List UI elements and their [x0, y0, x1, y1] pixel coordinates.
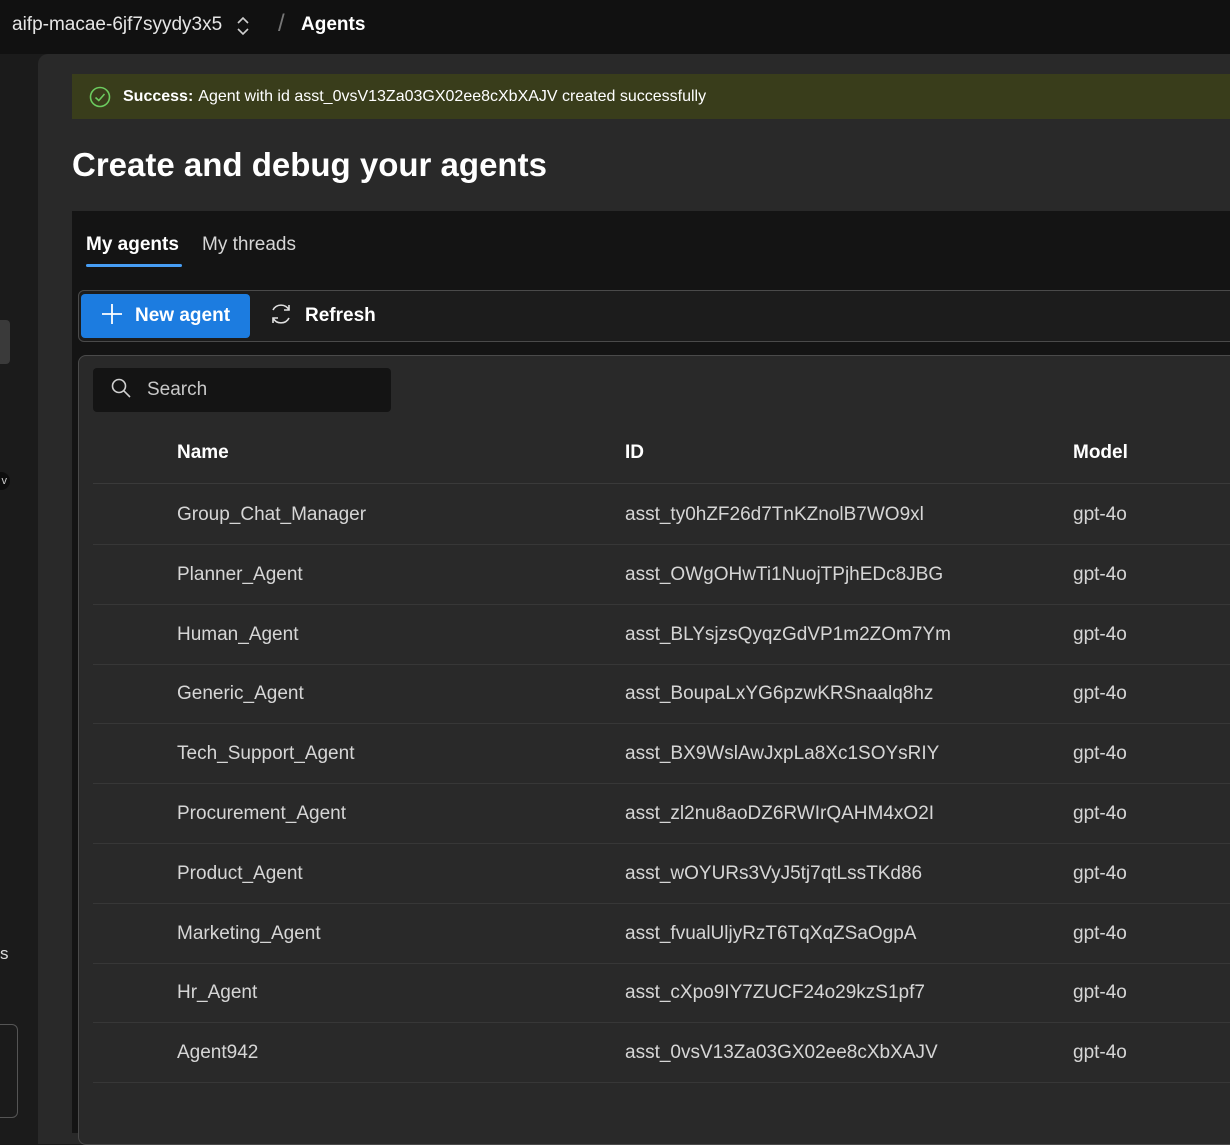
toolbar [78, 290, 1230, 342]
agent-name[interactable]: Group_Chat_Manager [177, 504, 366, 526]
agent-id: asst_wOYURs3VyJ5tj7qtLssTKd86 [625, 863, 923, 884]
table-row[interactable]: Generic_Agent asst_BoupaLxYG6pzwKRSnaalq… [93, 664, 1230, 724]
agent-model: gpt-4o [1073, 982, 1127, 1003]
table-row[interactable]: Group_Chat_Manager asst_ty0hZF26d7TnKZno… [93, 485, 1230, 545]
left-nav-rail [0, 54, 38, 1133]
agent-name[interactable]: Tech_Support_Agent [177, 743, 354, 765]
agent-id: asst_BoupaLxYG6pzwKRSnaalq8hz [625, 683, 934, 704]
table-row[interactable]: Marketing_Agent asst_fvualUljyRzT6TqXqZS… [93, 904, 1230, 964]
success-banner: Success: Agent with id asst_0vsV13Za03GX… [72, 74, 1230, 119]
agent-model: gpt-4o [1073, 743, 1127, 764]
check-circle-icon [89, 86, 111, 108]
page-title: Create and debug your agents [72, 146, 547, 183]
agent-id: asst_OWgOHwTi1NuojTPjhEDc8JBG [625, 564, 944, 585]
agent-id: asst_ty0hZF26d7TnKZnolB7WO9xl [625, 504, 924, 525]
agent-id: asst_BLYsjzsQyqzGdVP1m2ZOm7Ym [625, 624, 951, 645]
column-header-model[interactable]: Model [1073, 442, 1128, 464]
agent-model: gpt-4o [1073, 564, 1127, 585]
column-header-id[interactable]: ID [625, 442, 644, 464]
new-agent-button[interactable]: New agent [81, 294, 250, 338]
new-agent-label: New agent [135, 305, 231, 326]
banner-message: Agent with id asst_0vsV13Za03GX02ee8cXbX… [198, 87, 707, 105]
agent-model: gpt-4o [1073, 504, 1127, 525]
agent-name[interactable]: Human_Agent [177, 624, 298, 646]
breadcrumb-separator: / [278, 10, 285, 37]
breadcrumb-current: Agents [301, 14, 366, 35]
search-input[interactable] [145, 378, 365, 402]
project-selector[interactable]: aifp-macae-6jf7syydy3x5 [12, 14, 222, 36]
refresh-icon [268, 301, 294, 332]
banner-status-label: Success: [123, 87, 194, 105]
table-row[interactable]: Product_Agent asst_wOYURs3VyJ5tj7qtLssTK… [93, 844, 1230, 904]
nav-item-label[interactable]: s [0, 944, 9, 964]
table-row[interactable]: Human_Agent asst_BLYsjzsQyqzGdVP1m2ZOm7Y… [93, 605, 1230, 665]
search-icon [93, 378, 131, 403]
agent-name[interactable]: Product_Agent [177, 863, 303, 885]
nav-selected-indicator[interactable] [0, 320, 10, 364]
agent-id: asst_fvualUljyRzT6TqXqZSaOgpA [625, 923, 917, 944]
agent-name[interactable]: Planner_Agent [177, 564, 303, 586]
agent-model: gpt-4o [1073, 803, 1127, 824]
agent-model: gpt-4o [1073, 863, 1127, 884]
agent-id: asst_cXpo9IY7ZUCF24o29kzS1pf7 [625, 982, 925, 1003]
agent-name[interactable]: Agent942 [177, 1042, 258, 1064]
search-box[interactable] [93, 368, 391, 412]
column-header-name[interactable]: Name [177, 442, 229, 464]
agent-model: gpt-4o [1073, 683, 1127, 704]
top-bar: aifp-macae-6jf7syydy3x5 / Agents [0, 0, 1230, 54]
table-row[interactable]: Tech_Support_Agent asst_BX9WslAwJxpLa8Xc… [93, 724, 1230, 784]
refresh-button[interactable]: Refresh [268, 294, 376, 338]
plus-icon [81, 303, 123, 330]
agent-name[interactable]: Procurement_Agent [177, 803, 346, 825]
agent-name[interactable]: Marketing_Agent [177, 923, 321, 945]
refresh-label: Refresh [305, 305, 376, 326]
table-row[interactable]: Procurement_Agent asst_zl2nu8aoDZ6RWIrQA… [93, 784, 1230, 844]
agent-name[interactable]: Generic_Agent [177, 683, 304, 705]
tab-my-threads[interactable]: My threads [202, 234, 296, 256]
agent-name[interactable]: Hr_Agent [177, 982, 257, 1004]
chevron-up-down-icon[interactable] [235, 15, 251, 37]
agent-model: gpt-4o [1073, 1042, 1127, 1063]
table-header: Name ID Model [93, 426, 1230, 484]
agent-model: gpt-4o [1073, 624, 1127, 645]
tab-active-indicator [86, 264, 182, 267]
tab-my-agents[interactable]: My agents [86, 234, 179, 256]
table-row[interactable]: Agent942 asst_0vsV13Za03GX02ee8cXbXAJV g… [93, 1023, 1230, 1083]
nav-card[interactable] [0, 1024, 18, 1118]
agent-id: asst_0vsV13Za03GX02ee8cXbXAJV [625, 1042, 938, 1063]
agent-model: gpt-4o [1073, 923, 1127, 944]
table-row[interactable]: Hr_Agent asst_cXpo9IY7ZUCF24o29kzS1pf7 g… [93, 963, 1230, 1023]
agent-id: asst_BX9WslAwJxpLa8Xc1SOYsRIY [625, 743, 940, 764]
table-row[interactable]: Planner_Agent asst_OWgOHwTi1NuojTPjhEDc8… [93, 545, 1230, 605]
agent-id: asst_zl2nu8aoDZ6RWIrQAHM4xO2I [625, 803, 935, 824]
